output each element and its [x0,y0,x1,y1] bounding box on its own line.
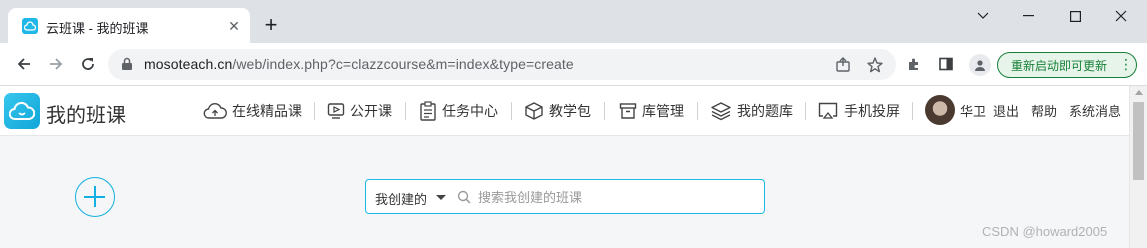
share-icon[interactable] [834,56,852,74]
back-icon[interactable] [10,50,38,78]
maximize-icon[interactable] [1052,2,1098,30]
logo-cloud-icon[interactable] [4,93,40,129]
nav-question-bank[interactable]: 我的题库 [710,100,793,122]
nav-label: 在线精品课 [232,103,302,119]
scrollbar-thumb[interactable] [1133,102,1144,180]
star-icon[interactable] [866,56,884,74]
extensions-icon[interactable] [900,50,928,78]
create-class-button[interactable] [75,177,115,217]
nav-label: 库管理 [642,103,684,119]
nav-label: 教学包 [549,103,591,119]
url-path: /web/index.php?c=clazzcourse&m=index&typ… [232,56,574,72]
nav-divider [511,102,512,120]
search-icon [457,190,471,204]
cloud-icon [203,103,227,119]
lock-icon [122,57,132,70]
nav-screen-cast[interactable]: 手机投屏 [817,100,900,122]
tab-search-icon[interactable] [960,2,1006,30]
update-button-label: 重新启动即可更新 [1011,59,1108,73]
close-window-icon[interactable] [1098,2,1144,30]
profile-icon[interactable] [969,54,991,76]
system-messages-link[interactable]: 系统消息 [1069,101,1121,120]
reload-icon[interactable] [74,50,102,78]
nav-divider [604,102,605,120]
search-filter-select[interactable]: 我创建的 [375,189,427,208]
new-tab-button[interactable]: + [258,14,284,40]
archive-icon [619,103,637,119]
layers-icon [711,102,731,121]
forward-icon[interactable] [42,50,70,78]
address-bar[interactable]: mosoteach.cn/web/index.php?c=clazzcourse… [108,49,896,80]
nav-online-courses[interactable]: 在线精品课 [203,100,302,122]
page-scrollbar[interactable] [1129,86,1147,248]
tab-title: 云班课 - 我的班课 [46,21,149,36]
nav-divider [405,102,406,120]
menu-dots-icon[interactable]: ⋮ [1119,55,1133,73]
nav-open-courses[interactable]: 公开课 [327,100,392,122]
nav-divider [805,102,806,120]
logout-link[interactable]: 退出 [993,101,1019,120]
update-button[interactable]: 重新启动即可更新 ⋮ [997,52,1137,78]
video-icon [327,103,345,119]
nav-divider [697,102,698,120]
nav-label: 我的题库 [737,103,793,119]
browser-toolbar: mosoteach.cn/web/index.php?c=clazzcourse… [0,43,1147,86]
nav-divider [912,102,913,120]
package-icon [525,102,543,120]
nav-library[interactable]: 库管理 [619,100,684,122]
help-link[interactable]: 帮助 [1031,101,1057,120]
nav-teaching-package[interactable]: 教学包 [524,100,591,122]
browser-tab[interactable]: 云班课 - 我的班课 ✕ [8,8,250,43]
scroll-up-arrow-icon[interactable] [1135,90,1143,95]
nav-label: 手机投屏 [844,103,900,119]
url-text: mosoteach.cn/web/index.php?c=clazzcourse… [144,56,574,72]
minimize-icon[interactable] [1006,2,1052,30]
screen-cast-icon [818,102,838,119]
side-panel-icon[interactable] [932,50,960,78]
page-content: 我的班课 在线精品课 公开课 任务中心 教学包 库管理 我的题库 手机投屏 华卫… [0,86,1129,248]
nav-divider [314,102,315,120]
nav-label: 任务中心 [442,103,498,119]
title-bar: 云班课 - 我的班课 ✕ + [0,0,1147,43]
user-avatar[interactable] [925,95,955,125]
clipboard-icon [420,101,436,121]
site-header: 我的班课 在线精品课 公开课 任务中心 教学包 库管理 我的题库 手机投屏 华卫… [0,86,1129,136]
logo-text[interactable]: 我的班课 [46,99,126,128]
chevron-down-icon[interactable] [436,195,446,200]
nav-label: 公开课 [350,103,392,119]
nav-task-center[interactable]: 任务中心 [419,100,498,122]
user-name[interactable]: 华卫 [960,101,986,120]
search-box: 我创建的 [365,179,765,214]
search-input[interactable] [478,187,748,207]
watermark: CSDN @howard2005 [982,224,1108,239]
favicon-cloud-icon [22,18,38,34]
url-host: mosoteach.cn [144,56,233,72]
tab-close-icon[interactable]: ✕ [226,18,242,34]
